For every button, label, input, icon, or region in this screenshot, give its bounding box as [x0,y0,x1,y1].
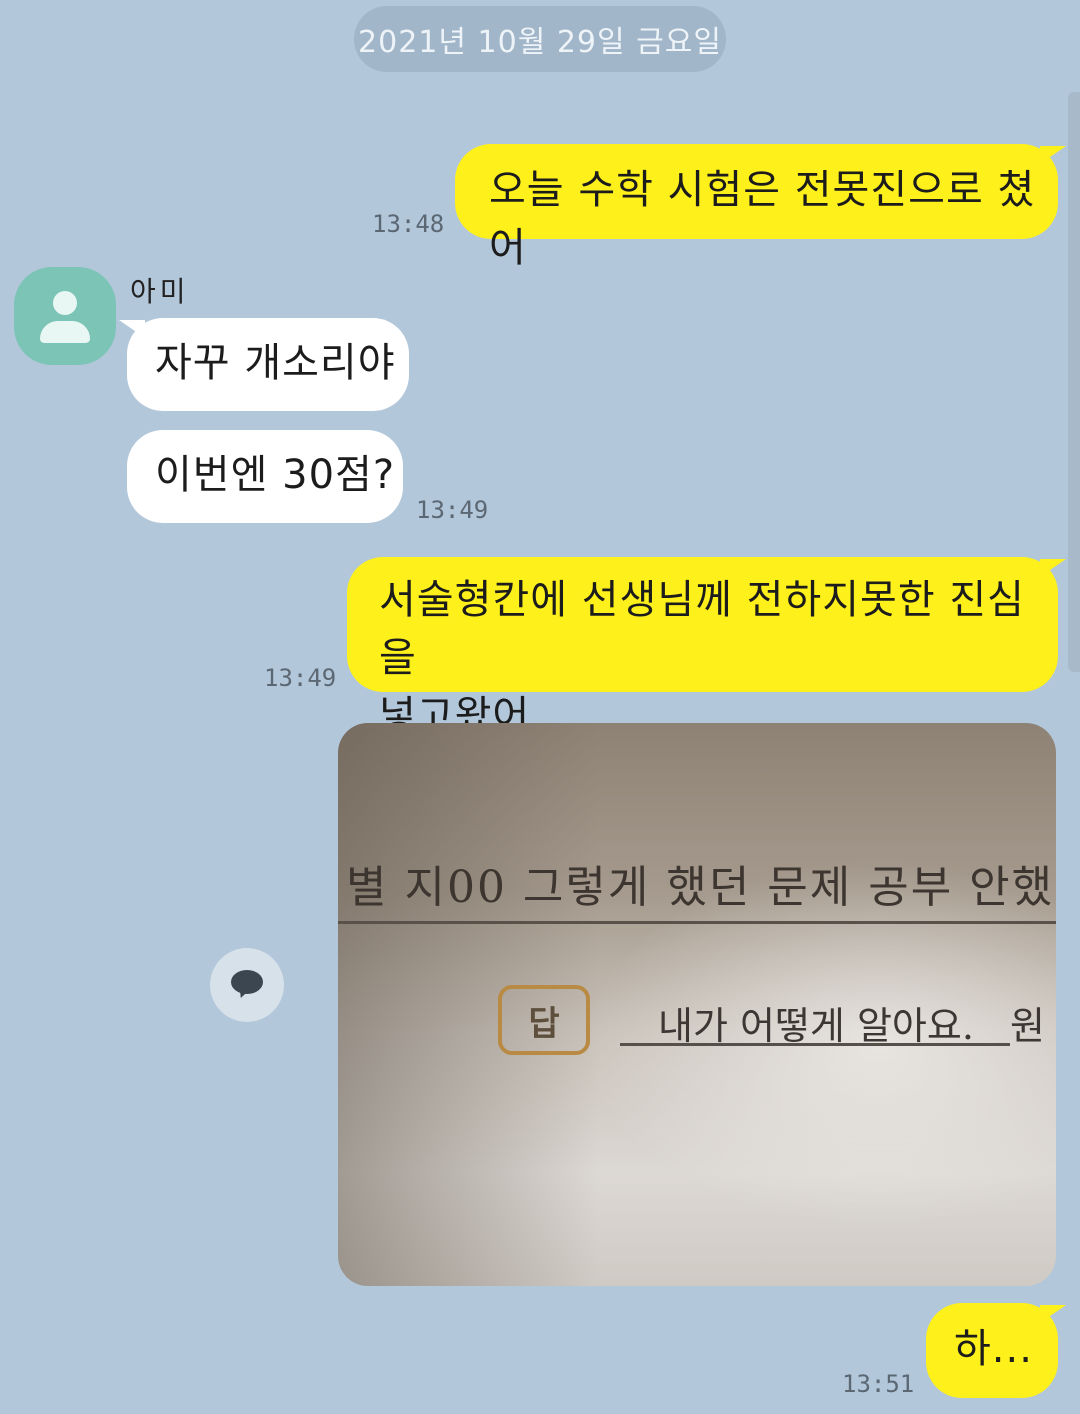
sender-name: 아미 [130,275,190,308]
their-message-bubble[interactable]: 이번엔 30점? [127,430,403,523]
their-message-bubble[interactable]: 자꾸 개소리야 [127,318,409,411]
photo-answer-unit: 원 [1010,1004,1045,1048]
bubble-tail [1040,1305,1066,1323]
message-time: 13:49 [264,664,337,692]
scrollbar[interactable] [1068,92,1080,672]
person-icon-body [40,321,90,343]
share-button[interactable] [210,948,284,1022]
message-text-line: 서술형칸에 선생님께 전하지못한 진심을 [379,577,1025,681]
photo-answer-line [620,1043,1010,1046]
message-text: 오늘 수학 시험은 전못진으로 쳤어 [489,167,1036,271]
message-time: 13:49 [416,496,489,524]
message-time: 13:51 [842,1370,915,1398]
date-divider: 2021년 10월 29일 금요일 [354,6,726,72]
my-message-bubble[interactable]: 서술형칸에 선생님께 전하지못한 진심을 넣고왔어 [347,557,1058,739]
photo-rule-line [338,921,1056,924]
photo-message[interactable]: 별 지00 그렇게 했던 문제 공부 안했습니다: 답 내가 어떻게 알아요. … [338,723,1056,1286]
bubble-tail [119,320,145,338]
message-text: 자꾸 개소리야 [155,340,396,386]
photo-answer-text: 내가 어떻게 알아요. [658,1004,974,1048]
person-icon [53,291,77,315]
message-text: 하... [954,1326,1033,1372]
photo-question-text: 별 지00 그렇게 했던 문제 공부 안했습니다: [346,862,1056,913]
photo-answer-label: 답 [498,985,590,1055]
contact-avatar[interactable] [14,267,116,365]
message-text: 이번엔 30점? [155,452,396,498]
bubble-tail [1040,146,1066,164]
my-message-bubble[interactable]: 오늘 수학 시험은 전못진으로 쳤어 [455,144,1058,271]
speech-bubble-icon [231,970,263,994]
bubble-tail [1040,559,1066,577]
my-message-bubble[interactable]: 하... [926,1303,1058,1398]
message-time: 13:48 [372,210,445,238]
